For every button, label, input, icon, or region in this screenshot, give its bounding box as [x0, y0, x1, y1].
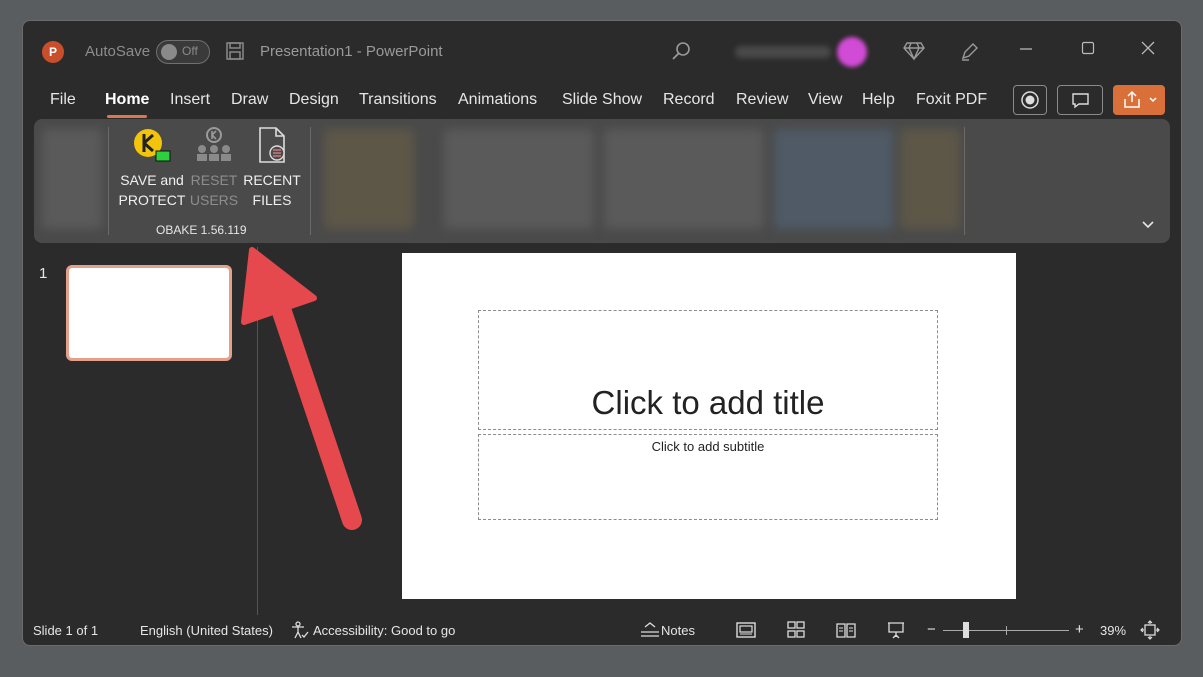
- avatar[interactable]: [837, 37, 867, 67]
- save-icon[interactable]: [225, 41, 245, 66]
- pen-icon[interactable]: [959, 40, 981, 67]
- title-placeholder[interactable]: Click to add title: [478, 310, 938, 430]
- fit-slide-icon[interactable]: [1140, 620, 1160, 645]
- minimize-icon[interactable]: [1019, 41, 1033, 60]
- accessibility-icon: [290, 620, 310, 645]
- reset-users-line1: RESET: [190, 172, 238, 188]
- slide-position[interactable]: Slide 1 of 1: [33, 623, 98, 638]
- user-name-blurred[interactable]: [735, 46, 831, 58]
- save-and-protect-line1: SAVE and: [120, 172, 184, 188]
- tab-help[interactable]: Help: [862, 91, 895, 109]
- save-and-protect-button[interactable]: SAVE and PROTECT: [118, 125, 186, 210]
- tab-foxit-pdf[interactable]: Foxit PDF: [916, 91, 987, 109]
- diamond-icon[interactable]: [903, 41, 925, 66]
- drawing-group-blurred: [774, 129, 894, 229]
- maximize-icon[interactable]: [1081, 41, 1095, 60]
- font-group-blurred: [444, 129, 594, 229]
- zoom-in-button[interactable]: +: [1075, 621, 1084, 638]
- obake-save-icon: [134, 129, 171, 162]
- reset-users-button[interactable]: RESET USERS: [188, 125, 240, 210]
- tab-review[interactable]: Review: [736, 91, 788, 109]
- tab-file[interactable]: File: [50, 91, 76, 109]
- designer-group-blurred: [900, 129, 960, 229]
- comment-icon: [1072, 93, 1089, 109]
- slides-group-blurred: [324, 129, 414, 229]
- tab-record[interactable]: Record: [663, 91, 715, 109]
- subtitle-placeholder[interactable]: Click to add subtitle: [478, 434, 938, 520]
- obake-group-label: OBAKE 1.56.119: [156, 223, 247, 237]
- autosave-state: Off: [182, 44, 198, 58]
- zoom-out-button[interactable]: −: [927, 621, 936, 638]
- notes-button[interactable]: Notes: [661, 623, 695, 638]
- autosave-toggle[interactable]: Off: [156, 40, 210, 64]
- tab-draw[interactable]: Draw: [231, 91, 268, 109]
- ribbon-collapse-chevron-icon[interactable]: [1142, 217, 1154, 233]
- powerpoint-app-icon[interactable]: P: [42, 41, 64, 63]
- accessibility-status[interactable]: Accessibility: Good to go: [313, 623, 455, 638]
- slide-thumbnail-number: 1: [39, 265, 48, 282]
- tab-home[interactable]: Home: [105, 91, 149, 118]
- reading-view-icon[interactable]: [835, 620, 857, 645]
- ribbon-separator: [108, 127, 109, 235]
- tab-transitions[interactable]: Transitions: [359, 91, 437, 109]
- clipboard-group-blurred: [42, 129, 102, 229]
- tab-slide-show[interactable]: Slide Show: [562, 91, 642, 109]
- tab-insert[interactable]: Insert: [170, 91, 210, 109]
- reset-users-line2: USERS: [189, 192, 239, 208]
- title-bar: P AutoSave Off Presentation1 - PowerPoin…: [23, 21, 1181, 81]
- reset-users-icon: [197, 127, 231, 161]
- normal-view-icon[interactable]: [735, 620, 757, 645]
- subtitle-placeholder-text: Click to add subtitle: [651, 439, 765, 454]
- record-button[interactable]: [1013, 85, 1047, 115]
- tab-animations[interactable]: Animations: [458, 91, 537, 109]
- record-icon: [1021, 91, 1039, 109]
- powerpoint-window: P AutoSave Off Presentation1 - PowerPoin…: [22, 20, 1182, 646]
- tab-view[interactable]: View: [808, 91, 842, 109]
- zoom-slider-center-mark: [1006, 626, 1007, 635]
- slide-sorter-icon[interactable]: [785, 620, 807, 645]
- tab-design[interactable]: Design: [289, 91, 339, 109]
- zoom-level[interactable]: 39%: [1100, 623, 1126, 638]
- recent-files-icon: [259, 127, 285, 163]
- save-and-protect-line2: PROTECT: [118, 192, 186, 208]
- recent-files-button[interactable]: RECENT FILES: [242, 125, 302, 210]
- ribbon: SAVE and PROTECT RESET USERS RECENT FILE…: [34, 119, 1170, 243]
- autosave-label: AutoSave: [85, 43, 151, 60]
- share-icon: [1124, 90, 1157, 108]
- panel-divider[interactable]: [257, 247, 258, 615]
- language-status[interactable]: English (United States): [140, 623, 273, 638]
- slide-canvas[interactable]: Click to add title Click to add subtitle: [402, 253, 1016, 599]
- close-icon[interactable]: [1141, 41, 1155, 60]
- toggle-knob: [161, 44, 177, 60]
- ribbon-separator: [310, 127, 311, 235]
- notes-icon: [639, 620, 661, 645]
- document-title: Presentation1 - PowerPoint: [260, 43, 443, 60]
- zoom-slider-thumb[interactable]: [963, 622, 969, 638]
- share-button[interactable]: [1113, 85, 1165, 115]
- slide-show-icon[interactable]: [885, 620, 907, 645]
- title-placeholder-text: Click to add title: [591, 384, 825, 421]
- recent-files-line2: FILES: [252, 192, 292, 208]
- ribbon-separator: [964, 127, 965, 235]
- status-bar: Slide 1 of 1 English (United States) Acc…: [23, 617, 1181, 645]
- recent-files-line1: RECENT: [243, 172, 301, 188]
- paragraph-group-blurred: [604, 129, 764, 229]
- slide-thumbnail[interactable]: [66, 265, 232, 361]
- comments-button[interactable]: [1057, 85, 1103, 115]
- search-icon[interactable]: [671, 41, 691, 66]
